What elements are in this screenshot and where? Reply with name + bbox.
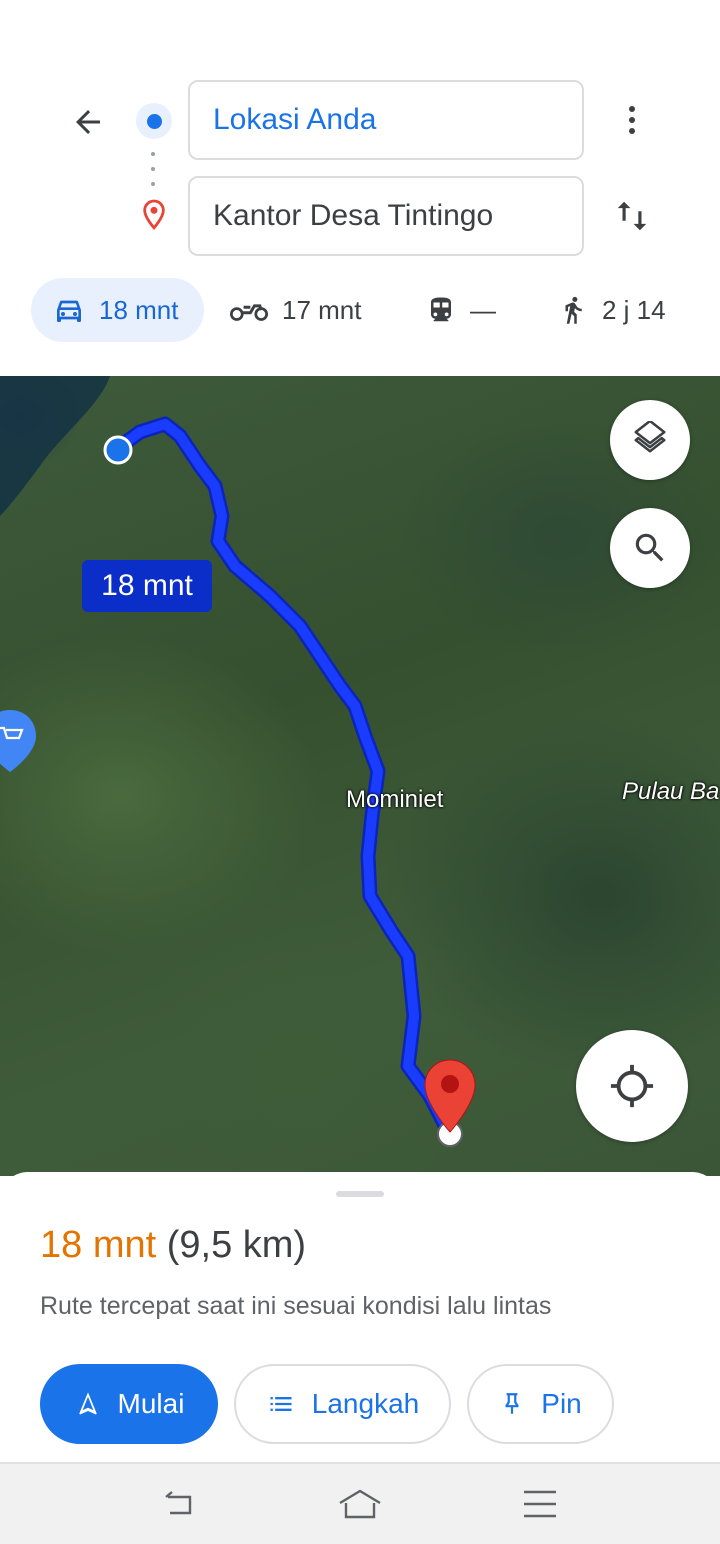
train-icon <box>431 297 451 322</box>
back-button[interactable] <box>64 98 112 146</box>
tab-walk[interactable]: 2 j 14 <box>558 278 666 342</box>
map-view[interactable]: 18 mnt Mominiet Pulau Ba <box>0 376 720 1176</box>
tab-drive-label: 18 mnt <box>99 294 179 325</box>
recent-apps-icon <box>524 1490 556 1518</box>
destination-field[interactable]: Kantor Desa Tintingo <box>188 176 584 256</box>
origin-field[interactable]: Lokasi Anda <box>188 80 584 160</box>
system-home-button[interactable] <box>336 1482 384 1526</box>
directions-header: Lokasi Anda Kantor Desa Tintingo 18 mnt … <box>0 0 720 376</box>
place-label-mominiet: Mominiet <box>346 786 444 813</box>
search-icon <box>635 533 664 562</box>
place-label-pulau: Pulau Ba <box>622 778 720 805</box>
system-recent-button[interactable] <box>516 1482 564 1526</box>
car-icon <box>57 300 81 322</box>
pin-icon <box>505 1393 519 1414</box>
search-along-route-button[interactable] <box>610 508 690 588</box>
back-arrow-icon <box>76 110 100 134</box>
navigation-arrow-icon <box>78 1392 97 1415</box>
home-icon <box>339 1489 381 1519</box>
tab-motorcycle[interactable]: 17 mnt <box>230 278 362 342</box>
destination-marker-icon[interactable] <box>424 1059 476 1133</box>
route-summary: 18 mnt (9,5 km) <box>40 1224 306 1267</box>
drag-handle[interactable] <box>336 1191 384 1197</box>
start-label: Mulai <box>117 1388 185 1419</box>
origin-dot-icon <box>136 103 172 139</box>
route-connector-icon <box>151 152 155 186</box>
origin-marker-icon <box>103 435 133 465</box>
steps-label: Langkah <box>311 1388 420 1419</box>
start-button[interactable]: Mulai <box>40 1364 218 1444</box>
route-summary-sheet[interactable]: 18 mnt (9,5 km) Rute tercepat saat ini s… <box>0 1172 720 1462</box>
system-nav-bar <box>0 1462 720 1544</box>
steps-button[interactable]: Langkah <box>234 1364 451 1444</box>
coastline <box>0 376 110 516</box>
route-duration-label[interactable]: 18 mnt <box>82 560 212 612</box>
tab-transit-label: — <box>470 294 496 325</box>
swap-button[interactable] <box>608 190 656 242</box>
system-back-icon <box>165 1491 192 1515</box>
route-line <box>110 416 456 1139</box>
tab-motorcycle-label: 17 mnt <box>282 294 362 325</box>
shopping-cart-icon[interactable] <box>0 710 36 772</box>
list-icon <box>270 1397 292 1411</box>
system-back-button[interactable] <box>156 1482 204 1526</box>
tab-transit[interactable]: — <box>426 278 496 342</box>
pin-button[interactable]: Pin <box>467 1364 614 1444</box>
crosshair-icon <box>610 1064 654 1108</box>
more-options-button[interactable] <box>608 94 656 146</box>
destination-pin-icon <box>140 198 168 232</box>
swap-icon <box>617 201 647 231</box>
tab-drive[interactable]: 18 mnt <box>31 278 204 342</box>
layers-icon <box>634 421 666 453</box>
route-description: Rute tercepat saat ini sesuai kondisi la… <box>40 1292 552 1320</box>
motorcycle-icon <box>230 304 268 321</box>
travel-mode-tabs: 18 mnt 17 mnt — 2 j 14 <box>0 278 720 346</box>
route-distance: (9,5 km) <box>166 1224 307 1266</box>
my-location-button[interactable] <box>576 1030 688 1142</box>
pin-label: Pin <box>541 1388 582 1419</box>
walk-icon <box>565 296 582 324</box>
route-line-inner <box>113 419 453 1136</box>
tab-walk-label: 2 j 14 <box>602 294 666 325</box>
route-duration: 18 mnt <box>40 1224 157 1266</box>
layers-button[interactable] <box>610 400 690 480</box>
